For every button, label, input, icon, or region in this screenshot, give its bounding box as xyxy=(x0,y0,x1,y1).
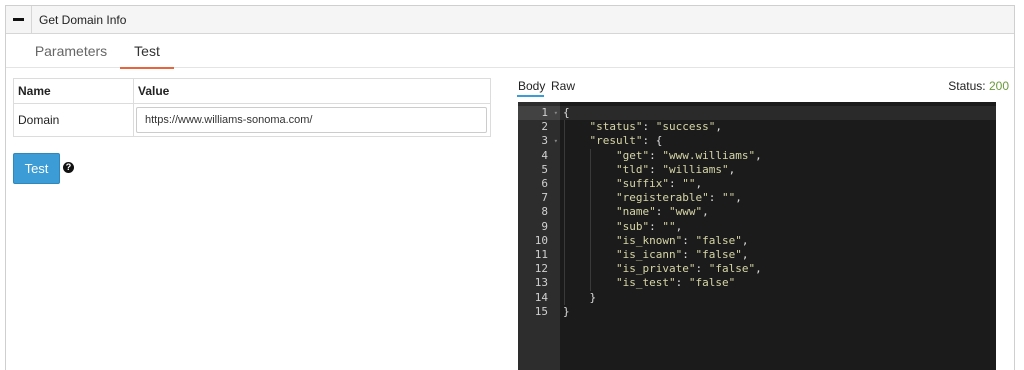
test-button[interactable]: Test xyxy=(13,153,60,184)
line-number: 3 ▾ xyxy=(541,134,558,148)
line-number: 8 xyxy=(541,205,548,219)
column-header-name: Name xyxy=(13,78,134,104)
code-line: "is_private": "false", xyxy=(615,262,762,276)
help-icon[interactable]: ? xyxy=(63,162,74,173)
code-line: "is_known": "false", xyxy=(615,233,749,247)
minus-icon xyxy=(13,18,24,21)
domain-input[interactable] xyxy=(136,107,487,133)
line-number: 15 xyxy=(534,304,548,318)
panel-title: Get Domain Info xyxy=(39,13,127,27)
line-number: 2 xyxy=(541,120,548,134)
table-header-row: Name Value xyxy=(13,78,491,104)
active-tab-indicator xyxy=(120,67,174,69)
collapse-button[interactable] xyxy=(6,6,32,33)
response-editor[interactable]: 1 ▾ 2 3 ▾ 4 5 6 7 8 9 10 11 12 13 14 15 { "status": "suc… xyxy=(518,102,996,370)
active-response-tab-indicator xyxy=(517,95,544,97)
code-line: } xyxy=(563,304,570,318)
code-line: "suffix": "", xyxy=(615,177,703,190)
code-line: "get": "www.williams", xyxy=(615,148,762,162)
line-number: 12 xyxy=(534,262,548,276)
line-number: 4 xyxy=(541,148,548,162)
line-number: 13 xyxy=(534,276,548,290)
status-code: 200 xyxy=(988,79,1009,93)
code-line: "status": "success", xyxy=(589,120,722,134)
parameters-table: Name Value Domain xyxy=(13,78,491,137)
tab-parameters[interactable]: Parameters xyxy=(18,35,124,68)
code-line: } xyxy=(589,290,597,304)
code-line: "tld": "williams", xyxy=(615,162,736,176)
param-name-domain: Domain xyxy=(13,103,134,137)
code-area[interactable]: { "status": "success", "result": { "get"… xyxy=(560,102,996,370)
table-row: Domain xyxy=(13,103,491,137)
code-line: "registerable": "", xyxy=(615,191,742,205)
fold-toggle-icon[interactable]: ▾ xyxy=(554,106,558,120)
active-line-highlight xyxy=(560,106,996,120)
code-line: "is_icann": "false", xyxy=(615,248,749,261)
tab-test-label: Test xyxy=(134,43,160,59)
column-header-value: Value xyxy=(133,78,491,104)
fold-toggle-icon[interactable]: ▾ xyxy=(554,134,558,148)
line-number: 11 xyxy=(534,248,548,261)
code-line: "sub": "", xyxy=(615,219,683,233)
panel-header: Get Domain Info xyxy=(6,6,1014,34)
panel-tabs: Parameters Test xyxy=(6,35,1014,69)
status-label: Status: xyxy=(948,79,986,93)
line-number: 10 xyxy=(534,233,548,247)
code-line: "name": "www", xyxy=(615,205,709,219)
line-number: 1 ▾ xyxy=(518,106,560,120)
code-line: { xyxy=(563,106,570,119)
line-number: 7 xyxy=(541,191,548,205)
line-number: 5 xyxy=(541,162,548,176)
code-line: "is_test": "false" xyxy=(615,276,736,290)
response-tab-raw[interactable]: Raw xyxy=(551,79,575,93)
line-number-gutter: 1 ▾ 2 3 ▾ 4 5 6 7 8 9 10 11 12 13 14 15 xyxy=(518,102,560,370)
line-number: 6 xyxy=(541,177,548,190)
response-status: Status: 200 xyxy=(948,79,1009,93)
tab-test[interactable]: Test xyxy=(120,35,174,69)
response-tab-body-label: Body xyxy=(518,79,546,93)
param-value-cell xyxy=(133,103,491,137)
code-line: "result": { xyxy=(589,134,663,148)
response-tab-body[interactable]: Body xyxy=(517,79,546,97)
line-number: 9 xyxy=(541,219,548,233)
line-number: 14 xyxy=(534,290,548,304)
